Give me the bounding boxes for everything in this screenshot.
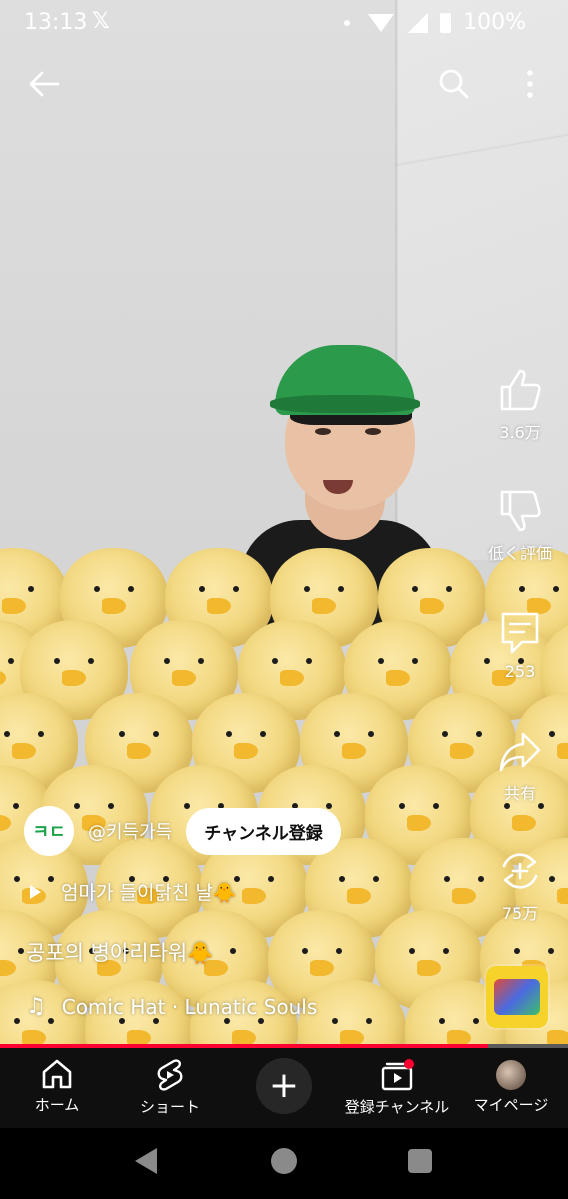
search-icon <box>439 69 469 99</box>
chick-beak <box>557 888 568 904</box>
chick-beak <box>127 743 151 759</box>
nav-shorts-label: ショート <box>139 1098 200 1116</box>
like-button[interactable]: 3.6万 <box>482 367 558 443</box>
dislike-label: 低く評価 <box>487 544 552 563</box>
chick-beak <box>452 888 476 904</box>
chick-beak <box>0 670 6 686</box>
battery-percent: 100% <box>463 10 526 35</box>
status-bar: 13:13 𝕏 100% <box>0 0 568 46</box>
nav-mypage-label: マイページ <box>473 1096 549 1114</box>
comment-count: 253 <box>504 662 536 681</box>
chick-beak <box>12 743 36 759</box>
nav-subscriptions[interactable]: 登録チャンネル <box>342 1058 452 1117</box>
chick-beak <box>2 598 26 614</box>
chick-beak <box>0 815 11 831</box>
chick-beak <box>172 670 196 686</box>
chick-beak <box>342 743 366 759</box>
nav-mypage[interactable]: マイページ <box>456 1058 566 1115</box>
chick-beak <box>62 670 86 686</box>
search-button[interactable] <box>434 64 474 104</box>
chick-beak <box>242 888 266 904</box>
create-button[interactable]: + <box>256 1058 312 1114</box>
chick-beak <box>417 960 441 976</box>
comment-icon <box>501 612 539 654</box>
channel-avatar[interactable]: ㅋㄷ <box>24 806 74 856</box>
music-track: Comic Hat · Lunatic Souls <box>61 994 318 1019</box>
music-link[interactable]: ♫ Comic Hat · Lunatic Souls <box>26 994 317 1019</box>
share-label: 共有 <box>503 784 536 803</box>
play-icon <box>30 884 41 899</box>
chick-beak <box>407 815 431 831</box>
subscriptions-icon <box>381 1059 414 1091</box>
more-button[interactable] <box>510 64 550 104</box>
chick-beak <box>102 598 126 614</box>
cap-brim <box>270 395 420 413</box>
remix-icon <box>502 853 538 889</box>
dislike-button[interactable]: 低く評価 <box>482 488 558 564</box>
arrow-left-icon <box>29 71 60 97</box>
x-app-icon: 𝕏 <box>92 9 110 34</box>
sound-thumbnail-art <box>494 979 540 1015</box>
sound-thumbnail[interactable] <box>486 966 548 1028</box>
back-button[interactable] <box>24 64 64 104</box>
wifi-icon <box>368 13 395 32</box>
chick-beak <box>0 960 16 976</box>
status-time: 13:13 <box>24 10 88 35</box>
channel-handle[interactable]: @키득가득 <box>88 818 172 844</box>
system-nav-bar <box>0 1128 568 1199</box>
status-right-group: 100% <box>344 10 526 35</box>
bottom-nav: ホーム ショート + 登録チャンネル マイページ <box>0 1048 568 1128</box>
chick-beak <box>347 888 371 904</box>
profile-avatar <box>496 1060 526 1090</box>
chick-beak <box>450 743 474 759</box>
nav-shorts[interactable]: ショート <box>115 1058 225 1117</box>
playlist-link[interactable]: 엄마가 들이닭친 날🐥 <box>30 878 237 905</box>
subscribe-button[interactable]: チャンネル登録 <box>186 807 341 855</box>
remix-count: 75万 <box>501 904 539 923</box>
notification-dot-icon <box>344 19 351 26</box>
chick-beak <box>312 598 336 614</box>
battery-icon <box>440 12 452 33</box>
like-count: 3.6万 <box>499 423 541 442</box>
person-eye-left <box>315 428 331 435</box>
home-icon <box>42 1059 72 1089</box>
system-back-icon[interactable] <box>135 1148 157 1174</box>
ceiling-edge <box>395 120 568 180</box>
share-button[interactable]: 共有 <box>482 728 558 804</box>
channel-row: ㅋㄷ @키득가득 チャンネル登録 <box>24 806 341 856</box>
music-note-icon: ♫ <box>26 994 46 1019</box>
more-vert-icon <box>527 70 533 98</box>
person-eye-right <box>365 428 381 435</box>
video-title[interactable]: 공포의 병아리타워🐥 <box>26 937 213 967</box>
thumbs-down-icon <box>500 490 541 532</box>
chick-beak <box>310 960 334 976</box>
comments-button[interactable]: 253 <box>482 610 558 681</box>
system-recents-icon[interactable] <box>408 1149 432 1173</box>
chick-beak <box>280 670 304 686</box>
channel-avatar-text: ㅋㄷ <box>32 822 66 843</box>
nav-home-label: ホーム <box>34 1096 80 1114</box>
system-home-icon[interactable] <box>271 1148 297 1174</box>
signal-icon <box>408 12 429 33</box>
plus-icon: + <box>268 1065 300 1106</box>
chick-beak <box>512 815 536 831</box>
nav-subscriptions-label: 登録チャンネル <box>344 1098 450 1116</box>
thumbs-up-icon <box>500 369 541 411</box>
remix-button[interactable]: 75万 <box>482 848 558 924</box>
share-arrow-icon <box>499 732 541 772</box>
chick-beak <box>420 598 444 614</box>
chick-beak <box>234 743 258 759</box>
chick-beak <box>386 670 410 686</box>
nav-home[interactable]: ホーム <box>2 1058 112 1115</box>
chick-beak <box>207 598 231 614</box>
shorts-icon <box>157 1059 183 1091</box>
playlist-label: 엄마가 들이닭친 날🐥 <box>61 882 237 904</box>
chick-beak <box>557 743 568 759</box>
